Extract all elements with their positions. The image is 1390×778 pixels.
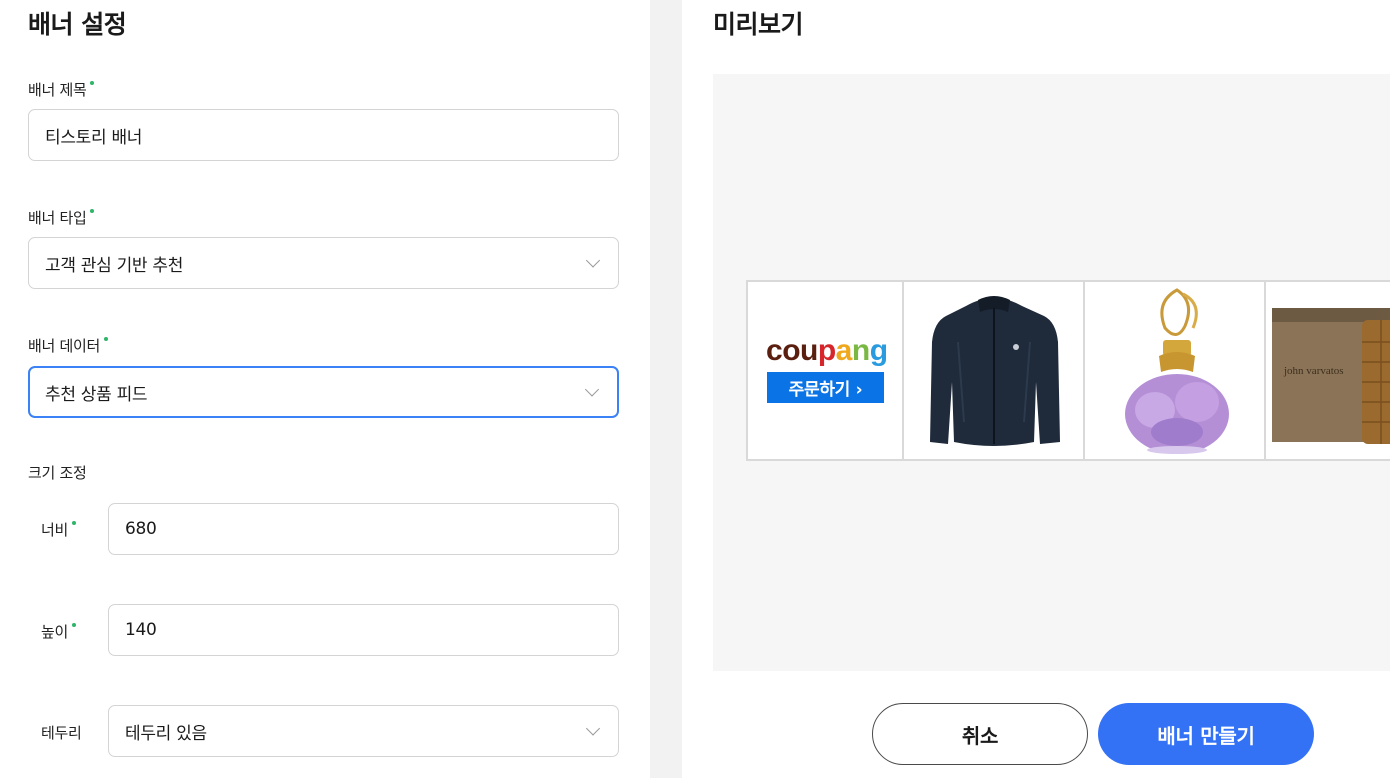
banner-settings-panel: 배너 설정 배너 제목 티스토리 배너 배너 타입 고객 관심 기반 추천 배너… <box>0 0 650 778</box>
banner-type-label: 배너 타입 <box>28 207 95 228</box>
jacket-image <box>930 296 1060 446</box>
cologne-brand-text: john varvatos <box>1283 365 1344 377</box>
banner-data-select[interactable]: 추천 상품 피드 <box>28 366 619 418</box>
height-value: 140 <box>125 620 157 640</box>
cancel-button[interactable]: 취소 <box>872 703 1088 765</box>
coupang-logo-letter: o <box>782 334 801 367</box>
cologne-box-image: john varvatos <box>1272 308 1390 444</box>
banner-title-input[interactable]: 티스토리 배너 <box>28 109 619 161</box>
product-cell-cologne[interactable]: john varvatos <box>1266 282 1390 459</box>
required-indicator <box>90 209 95 213</box>
banner-title-label: 배너 제목 <box>28 79 95 100</box>
chevron-down-icon <box>585 253 601 268</box>
width-label: 너비 <box>41 519 77 540</box>
banner-data-label-text: 배너 데이터 <box>28 337 100 355</box>
coupang-logo: coupang <box>766 334 888 368</box>
chevron-down-icon <box>585 721 601 736</box>
border-value: 테두리 있음 <box>125 723 207 744</box>
preview-title: 미리보기 <box>713 10 804 39</box>
panel-divider <box>650 0 682 778</box>
coupang-logo-letter: g <box>869 334 888 367</box>
banner-type-value: 고객 관심 기반 추천 <box>45 255 184 276</box>
product-cell-jacket[interactable] <box>904 282 1085 459</box>
required-indicator <box>72 623 77 627</box>
chevron-down-icon <box>584 382 600 397</box>
create-banner-button[interactable]: 배너 만들기 <box>1098 703 1314 765</box>
height-label: 높이 <box>41 621 77 642</box>
required-indicator <box>72 521 77 525</box>
height-label-text: 높이 <box>41 623 69 641</box>
banner-data-label: 배너 데이터 <box>28 335 108 356</box>
coupang-logo-letter: u <box>800 334 818 367</box>
banner-type-label-text: 배너 타입 <box>28 209 87 227</box>
coupang-cell[interactable]: coupang 주문하기 › <box>748 282 904 459</box>
width-label-text: 너비 <box>41 521 69 539</box>
border-select[interactable]: 테두리 있음 <box>108 705 619 757</box>
settings-title: 배너 설정 <box>28 10 127 39</box>
coupang-logo-letter: p <box>817 334 836 367</box>
banner-data-value: 추천 상품 피드 <box>45 384 148 405</box>
banner-title-value: 티스토리 배너 <box>45 127 143 148</box>
border-label: 테두리 <box>41 724 82 742</box>
perfume-bottle-image <box>1125 288 1229 454</box>
size-section-label: 크기 조정 <box>28 464 87 482</box>
banner-preview[interactable]: coupang 주문하기 › john varvatos <box>746 280 1390 461</box>
coupang-logo-letter: n <box>851 334 870 367</box>
order-button[interactable]: 주문하기 › <box>767 372 884 403</box>
required-indicator <box>103 337 108 341</box>
width-value: 680 <box>125 519 157 539</box>
required-indicator <box>90 81 95 85</box>
product-cell-perfume[interactable] <box>1085 282 1266 459</box>
height-input[interactable]: 140 <box>108 604 619 656</box>
coupang-logo-letter: a <box>835 334 853 367</box>
width-input[interactable]: 680 <box>108 503 619 555</box>
banner-title-label-text: 배너 제목 <box>28 81 87 99</box>
banner-type-select[interactable]: 고객 관심 기반 추천 <box>28 237 619 289</box>
coupang-logo-letter: c <box>766 334 783 367</box>
